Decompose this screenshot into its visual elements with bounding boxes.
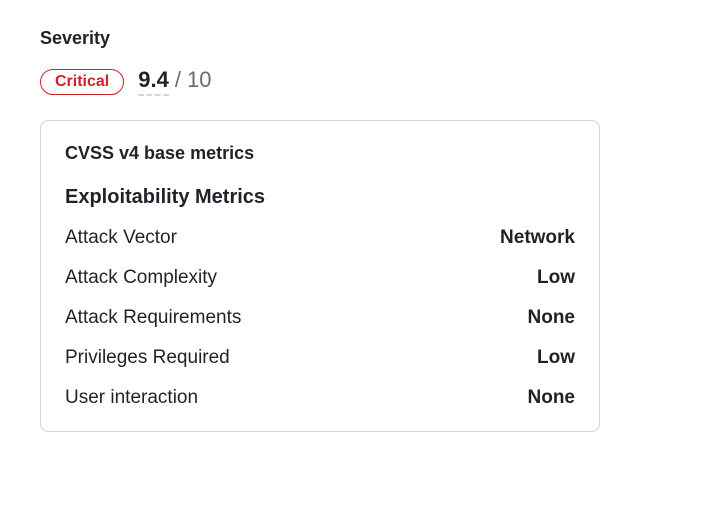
- severity-heading: Severity: [40, 28, 662, 49]
- metric-value-user-interaction: None: [528, 387, 576, 409]
- severity-score-max: 10: [187, 67, 211, 93]
- metric-label-attack-complexity: Attack Complexity: [65, 267, 217, 289]
- metric-value-privileges-required: Low: [537, 347, 575, 369]
- metric-label-privileges-required: Privileges Required: [65, 347, 230, 369]
- cvss-metrics-card: CVSS v4 base metrics Exploitability Metr…: [40, 120, 600, 432]
- metric-value-attack-vector: Network: [500, 227, 575, 249]
- severity-score-separator: /: [175, 67, 181, 93]
- severity-score-value: 9.4: [138, 67, 169, 96]
- metric-label-attack-vector: Attack Vector: [65, 227, 177, 249]
- severity-score: 9.4 / 10: [138, 67, 211, 96]
- exploitability-section-title: Exploitability Metrics: [65, 186, 575, 209]
- metric-row: User interaction None: [65, 387, 575, 409]
- metric-row: Attack Vector Network: [65, 227, 575, 249]
- cvss-card-title: CVSS v4 base metrics: [65, 143, 575, 164]
- metric-label-attack-requirements: Attack Requirements: [65, 307, 241, 329]
- severity-summary-row: Critical 9.4 / 10: [40, 67, 662, 96]
- metric-row: Privileges Required Low: [65, 347, 575, 369]
- metric-value-attack-requirements: None: [528, 307, 576, 329]
- severity-badge: Critical: [40, 69, 124, 95]
- metric-label-user-interaction: User interaction: [65, 387, 198, 409]
- metric-row: Attack Complexity Low: [65, 267, 575, 289]
- metric-row: Attack Requirements None: [65, 307, 575, 329]
- metric-value-attack-complexity: Low: [537, 267, 575, 289]
